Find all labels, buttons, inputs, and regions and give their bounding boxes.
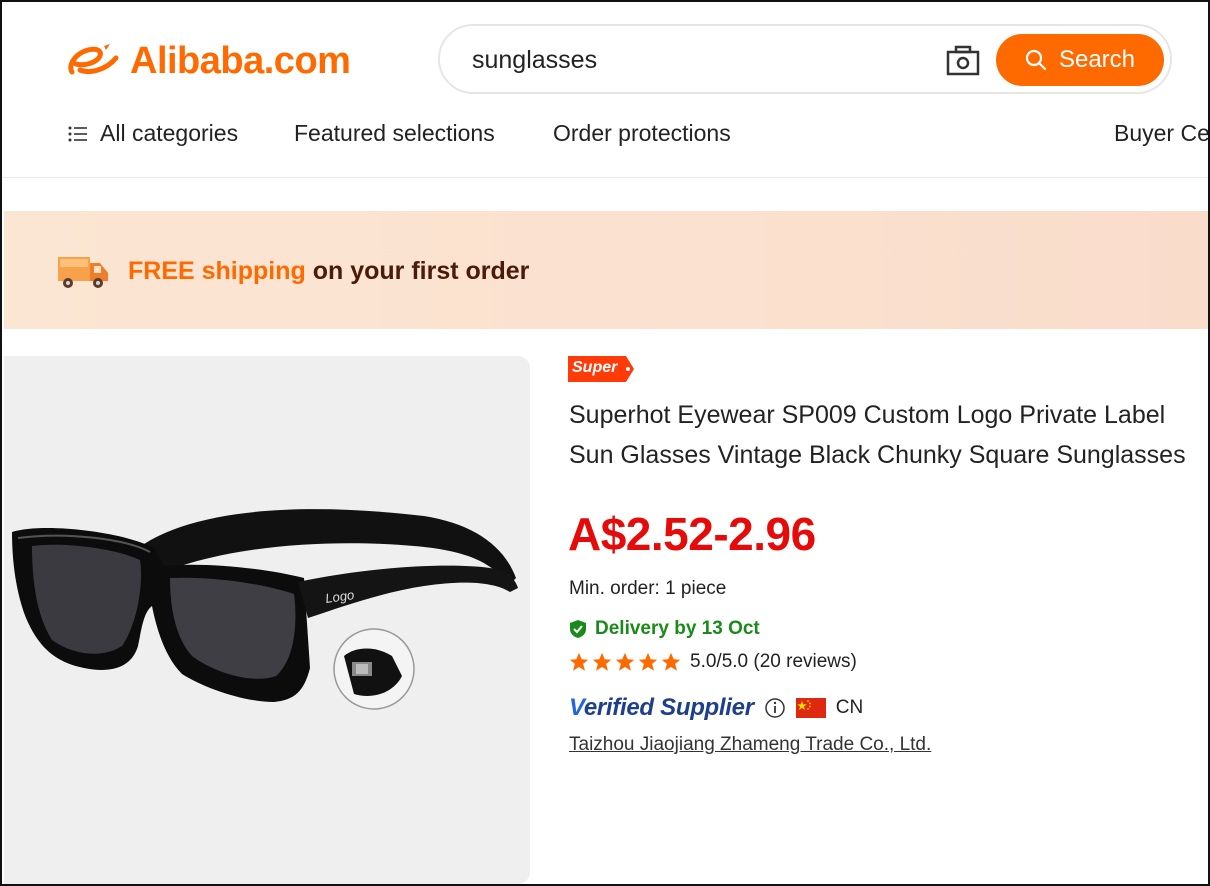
sunglasses-image: Logo [12,509,518,710]
banner-rest: on your first order [305,257,530,285]
nav-item-label: All categories [100,120,239,146]
nav-all-categories[interactable]: All categories [68,120,238,147]
super-badge: Super [568,356,634,382]
china-flag-icon [795,698,826,718]
search-button-label: Search [1058,46,1136,73]
product-image[interactable]: Logo [4,356,530,884]
super-badge-label: Super [572,359,618,376]
star-icon [592,652,612,671]
logo-text: Alibaba.com [130,40,351,82]
verified-supplier: Verified Supplier CN [569,692,863,724]
alibaba-logo[interactable]: Alibaba.com [66,38,351,84]
search-icon [1025,49,1047,71]
top-nav: All categories Featured selections Order… [2,114,1208,156]
info-icon[interactable] [764,697,786,719]
rating[interactable]: 5.0/5.0 (20 reviews) [568,648,857,676]
delivery-text: Delivery by 13 Oct [595,618,760,639]
product-title-line-1[interactable]: Superhot Eyewear SP009 Custom Logo Priva… [569,400,1165,430]
alibaba-logo-icon [68,44,119,75]
product-title-line-2[interactable]: Sun Glasses Vintage Black Chunky Square … [569,440,1186,470]
nav-featured-selections[interactable]: Featured selections [294,120,495,147]
promo-banner[interactable]: FREE shipping on your first order [4,211,1208,329]
nav-order-protections[interactable]: Order protections [553,120,731,147]
search-input[interactable] [472,40,912,80]
star-rating [568,651,682,673]
min-order: Min. order: 1 piece [569,578,727,599]
verified-v: V [569,694,584,721]
search-bar: Search [438,24,1172,94]
truck-icon [58,257,108,288]
page: Alibaba.com Search All categories F [0,0,1210,886]
menu-icon [68,126,87,141]
search-button[interactable]: Search [996,34,1164,86]
verified-rest: erified Supplier [583,694,754,721]
delivery-info: Delivery by 13 Oct [569,616,760,642]
star-icon [638,652,658,671]
shield-check-icon [570,620,586,638]
nav-buyer-central[interactable]: Buyer Ce [1114,120,1208,147]
product-price: A$2.52-2.96 [568,508,816,560]
star-icon [615,652,635,671]
rating-text: 5.0/5.0 (20 reviews) [690,651,857,672]
header-divider [2,177,1208,178]
star-icon [661,652,681,671]
banner-text: FREE shipping on your first order [128,257,529,286]
country-code: CN [835,697,864,718]
verified-supplier-label: Verified Supplier [569,694,754,722]
camera-icon[interactable] [946,44,980,76]
star-icon [569,652,589,671]
banner-highlight: FREE shipping [128,257,306,285]
supplier-link[interactable]: Taizhou Jiaojiang Zhameng Trade Co., Ltd… [569,734,931,756]
